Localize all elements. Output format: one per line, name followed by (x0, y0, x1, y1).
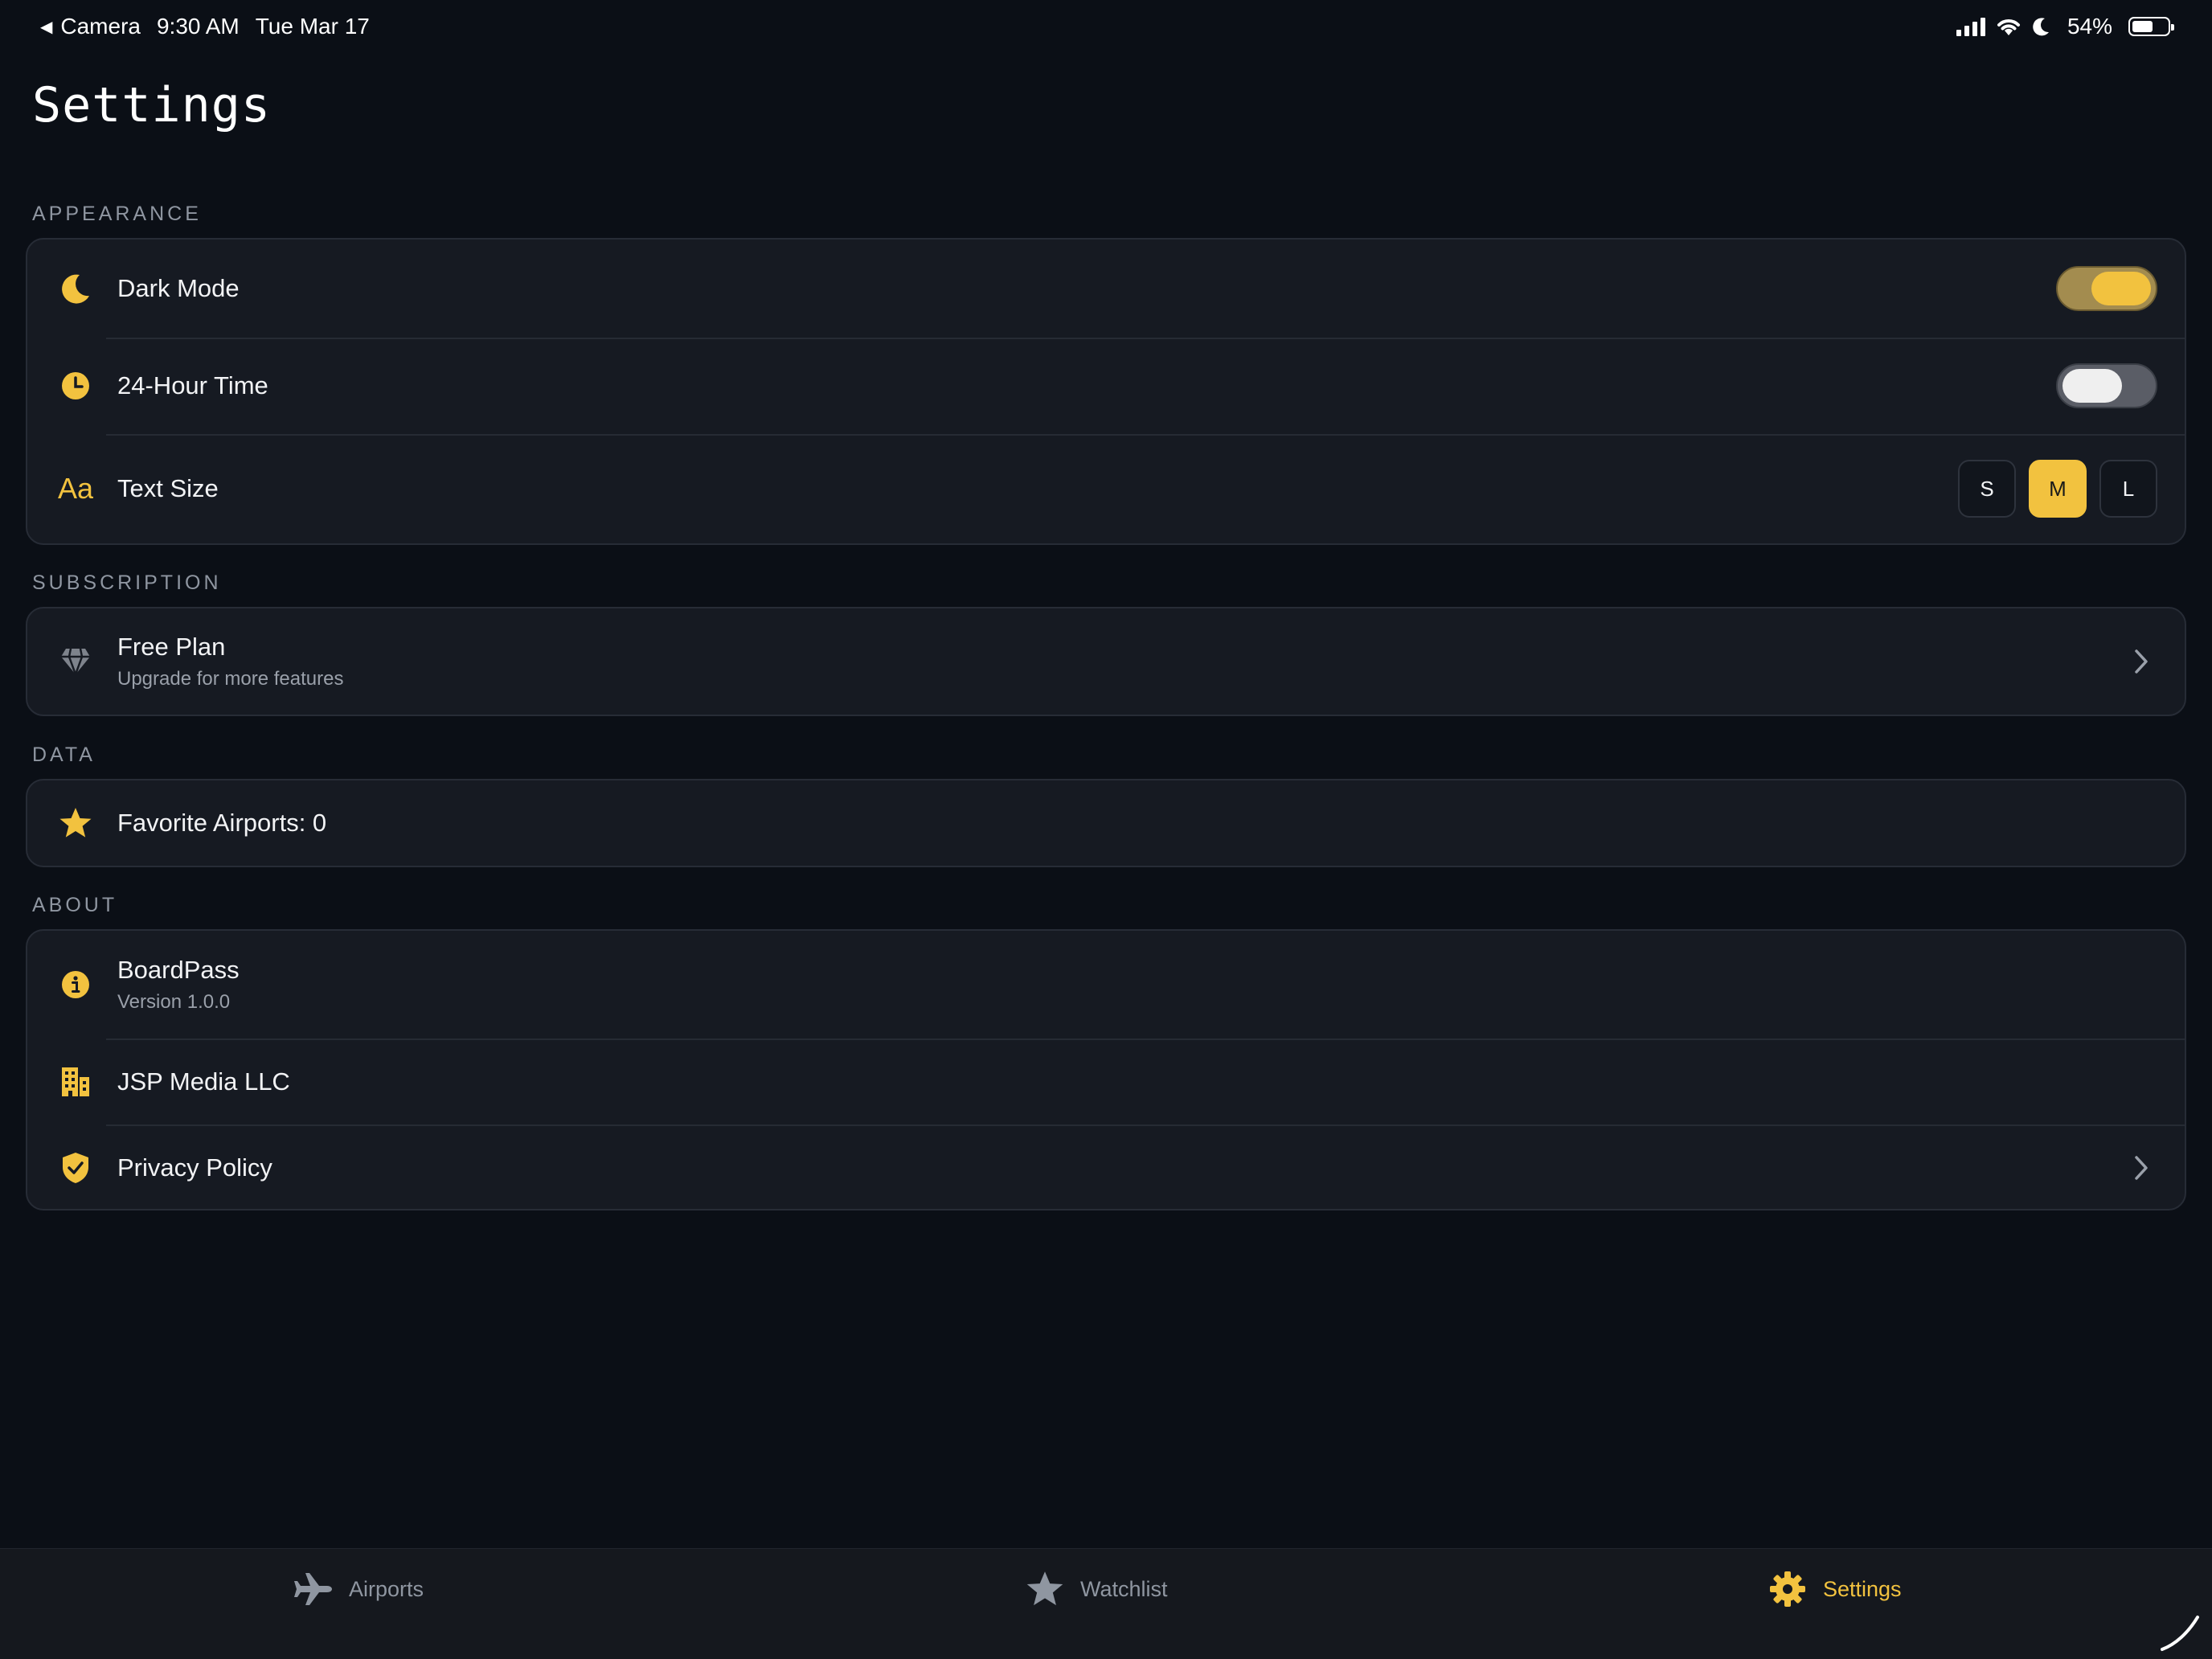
app-info-text: BoardPass Version 1.0.0 (117, 956, 2157, 1014)
favorite-airports-label: Favorite Airports: 0 (117, 809, 327, 837)
text-size-medium-button[interactable]: M (2029, 460, 2087, 518)
app-version: Version 1.0.0 (117, 991, 231, 1013)
24-hour-time-toggle[interactable] (2056, 363, 2157, 408)
free-plan-row[interactable]: Free Plan Upgrade for more features (27, 608, 2185, 715)
status-bar-right: 54% (1956, 14, 2174, 39)
text-size-segmented-control: S M L (1958, 460, 2157, 518)
clock-icon (55, 365, 96, 407)
section-label-about: ABOUT (32, 894, 118, 916)
back-to-camera-link[interactable]: ◀ Camera (40, 14, 141, 39)
battery-fill (2132, 21, 2153, 32)
text-size-icon: Aa (57, 472, 94, 505)
dark-mode-text: Dark Mode (117, 274, 2056, 303)
subscription-card: Free Plan Upgrade for more features (26, 607, 2186, 716)
free-plan-title: Free Plan (117, 633, 226, 661)
status-bar-left: ◀ Camera 9:30 AM Tue Mar 17 (40, 14, 370, 39)
airplane-icon (293, 1568, 334, 1610)
24-hour-time-text: 24-Hour Time (117, 371, 2056, 400)
text-size-row: Aa Text Size S M L (27, 434, 2185, 543)
shield-check-icon (55, 1147, 96, 1189)
status-icons (1956, 16, 2051, 37)
app-info-row: BoardPass Version 1.0.0 (27, 931, 2185, 1038)
do-not-disturb-moon-icon (2033, 18, 2049, 36)
settings-page: ◀ Camera 9:30 AM Tue Mar 17 54% Settings… (0, 0, 2212, 1659)
appearance-card: Dark Mode 24-Hour Time Aa Text Size S M (26, 238, 2186, 545)
star-icon (1024, 1568, 1066, 1610)
section-label-appearance: APPEARANCE (32, 203, 202, 225)
section-label-subscription: SUBSCRIPTION (32, 571, 222, 594)
page-title: Settings (32, 77, 271, 133)
text-size-small-button[interactable]: S (1958, 460, 2016, 518)
privacy-policy-row[interactable]: Privacy Policy (27, 1124, 2185, 1209)
tab-watchlist-label: Watchlist (1080, 1576, 1168, 1601)
tab-airports[interactable]: Airports (293, 1549, 424, 1629)
24-hour-time-label: 24-Hour Time (117, 371, 268, 399)
company-text: JSP Media LLC (117, 1067, 2157, 1096)
tab-watchlist[interactable]: Watchlist (1024, 1549, 1168, 1629)
toggle-knob (2062, 369, 2122, 403)
cellular-signal-icon (1956, 18, 1985, 36)
dark-mode-label: Dark Mode (117, 274, 240, 302)
tab-bar: Airports Watchlist Settings (0, 1548, 2212, 1659)
favorite-airports-row: Favorite Airports: 0 (27, 780, 2185, 866)
dark-mode-toggle[interactable] (2056, 266, 2157, 311)
company-name: JSP Media LLC (117, 1067, 290, 1096)
tab-settings-label: Settings (1823, 1576, 1902, 1601)
section-label-data: DATA (32, 743, 96, 766)
24-hour-time-row: 24-Hour Time (27, 338, 2185, 434)
back-triangle-icon: ◀ (40, 18, 53, 36)
app-name: BoardPass (117, 956, 240, 984)
home-indicator-icon (2161, 1616, 2199, 1651)
privacy-policy-label: Privacy Policy (117, 1153, 272, 1182)
tab-airports-label: Airports (349, 1576, 424, 1601)
star-icon (55, 802, 96, 844)
status-bar: ◀ Camera 9:30 AM Tue Mar 17 54% (0, 0, 2212, 53)
dark-mode-row: Dark Mode (27, 240, 2185, 338)
favorite-airports-text: Favorite Airports: 0 (117, 809, 2157, 838)
about-card: BoardPass Version 1.0.0 JSP Media LLC Pr… (26, 929, 2186, 1210)
chevron-right-icon (2125, 645, 2157, 678)
status-date: Tue Mar 17 (255, 14, 370, 39)
text-size-large-button[interactable]: L (2099, 460, 2157, 518)
toggle-knob (2091, 272, 2151, 305)
diamond-icon (55, 641, 96, 682)
free-plan-subtitle: Upgrade for more features (117, 668, 344, 690)
chevron-right-icon (2125, 1152, 2157, 1184)
status-time: 9:30 AM (156, 14, 240, 39)
privacy-policy-text: Privacy Policy (117, 1153, 2125, 1182)
back-label: Camera (60, 14, 141, 39)
text-size-label: Text Size (117, 474, 219, 502)
info-icon (55, 964, 96, 1006)
tab-settings[interactable]: Settings (1767, 1549, 1902, 1629)
company-row: JSP Media LLC (27, 1038, 2185, 1124)
wifi-icon (1997, 19, 2020, 35)
data-card: Favorite Airports: 0 (26, 779, 2186, 867)
building-icon (55, 1061, 96, 1103)
battery-percent: 54% (2067, 14, 2112, 39)
text-size-text: Text Size (117, 474, 1958, 503)
free-plan-text: Free Plan Upgrade for more features (117, 633, 2125, 690)
gear-icon (1767, 1568, 1809, 1610)
battery-icon (2128, 17, 2174, 36)
moon-icon (55, 268, 96, 309)
